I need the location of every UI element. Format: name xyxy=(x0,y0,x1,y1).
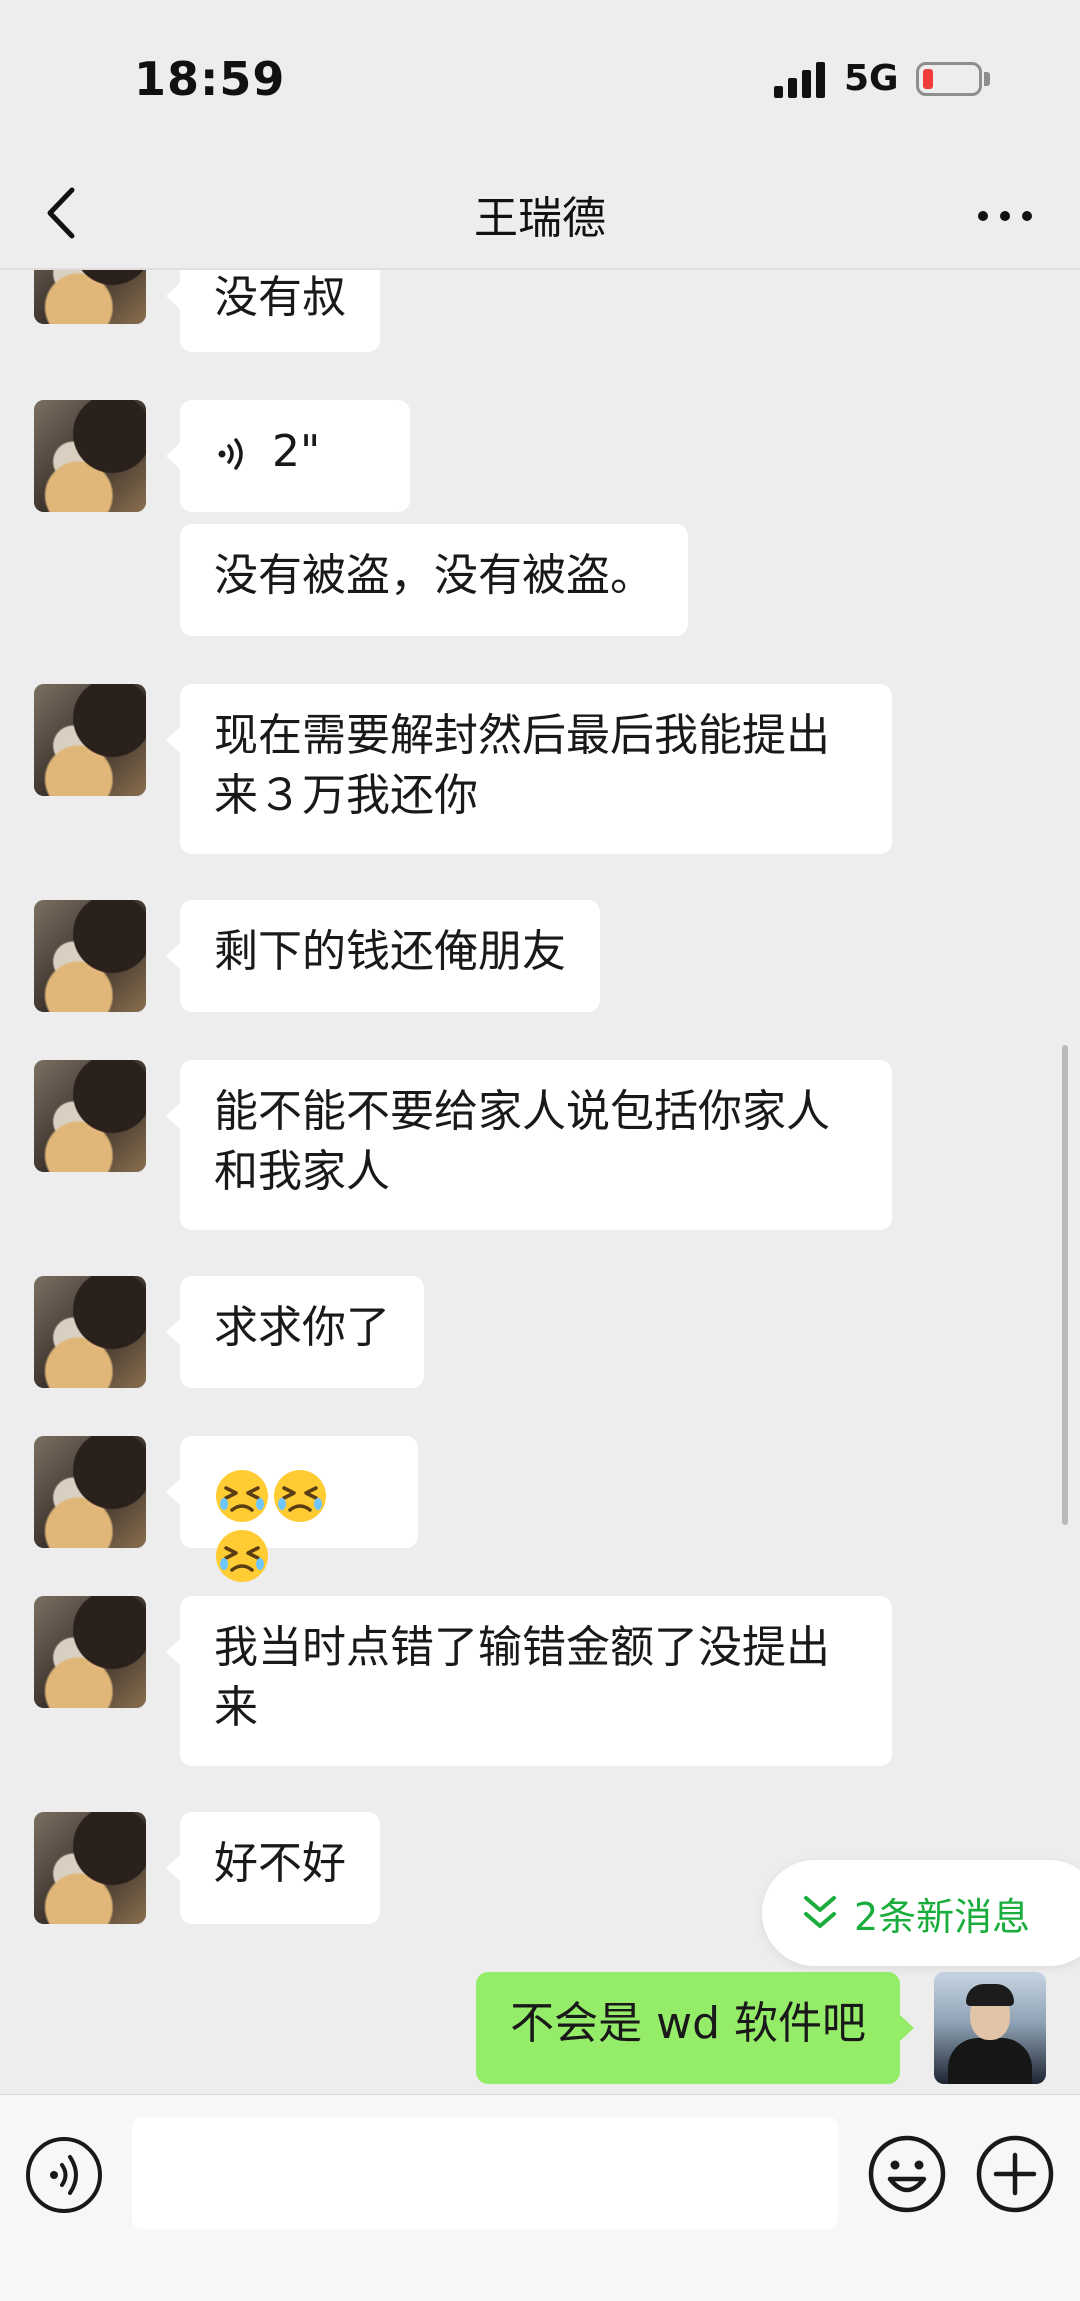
my-avatar[interactable] xyxy=(934,1972,1046,2084)
message-list[interactable]: 没有叔 2" 没有被盗，没有被盗。 现在需要解封然后最后我能提出来３万我还你 剩… xyxy=(0,270,1080,2094)
signal-strength-icon xyxy=(774,62,828,98)
message-bubble[interactable]: 求求你了 xyxy=(166,1276,424,1388)
emoji-button[interactable] xyxy=(866,2133,948,2215)
persevering-face-icon xyxy=(216,1470,268,1522)
status-time: 18:59 xyxy=(134,52,286,106)
message-bubble[interactable]: 现在需要解封然后最后我能提出来３万我还你 xyxy=(166,684,892,854)
message-text: 现在需要解封然后最后我能提出来３万我还你 xyxy=(214,710,830,821)
message-text: 剩下的钱还俺朋友 xyxy=(214,926,566,977)
message-text: 求求你了 xyxy=(214,1302,390,1353)
message-text: 没有叔 xyxy=(214,272,346,323)
contact-avatar[interactable] xyxy=(34,270,146,324)
chat-header: 王瑞德 xyxy=(0,160,1080,270)
emoji-message-bubble[interactable] xyxy=(166,1436,418,1582)
voice-input-icon xyxy=(50,2155,78,2195)
new-messages-label: 2条新消息 xyxy=(854,1895,1031,1939)
my-message-bubble[interactable]: 不会是 wd 软件吧 xyxy=(476,1972,914,2084)
input-bar xyxy=(0,2094,1080,2301)
plus-button[interactable] xyxy=(974,2133,1056,2215)
message-text: 我当时点错了输错金额了没提出来 xyxy=(214,1622,830,1733)
contact-avatar[interactable] xyxy=(34,1812,146,1924)
contact-avatar[interactable] xyxy=(34,1060,146,1172)
contact-avatar[interactable] xyxy=(34,684,146,796)
contact-avatar[interactable] xyxy=(34,1436,146,1548)
smiley-icon xyxy=(868,2135,946,2213)
contact-avatar[interactable] xyxy=(34,1596,146,1708)
double-chevron-down-icon xyxy=(804,1896,836,1928)
battery-icon xyxy=(916,62,982,96)
chat-title: 王瑞德 xyxy=(474,193,606,244)
more-button[interactable] xyxy=(970,184,1040,244)
message-text: 能不能不要给家人说包括你家人和我家人 xyxy=(214,1086,830,1197)
message-bubble[interactable]: 好不好 xyxy=(166,1812,380,1924)
message-bubble[interactable]: 没有叔 xyxy=(166,270,380,352)
network-type: 5G xyxy=(844,58,899,99)
contact-avatar[interactable] xyxy=(34,1276,146,1388)
message-text: 好不好 xyxy=(214,1838,346,1889)
voice-wave-icon xyxy=(218,438,243,470)
scrollbar[interactable] xyxy=(1062,1045,1068,1525)
battery-tip xyxy=(984,72,990,86)
contact-avatar[interactable] xyxy=(34,900,146,1012)
persevering-face-icon xyxy=(216,1530,268,1582)
status-bar: 18:59 5G xyxy=(0,0,1080,160)
new-messages-button[interactable]: 2条新消息 xyxy=(762,1860,1080,1966)
message-bubble[interactable]: 没有被盗，没有被盗。 xyxy=(180,524,688,636)
message-bubble[interactable]: 剩下的钱还俺朋友 xyxy=(166,900,600,1012)
voice-input-button[interactable] xyxy=(26,2137,102,2213)
message-text: 不会是 wd 软件吧 xyxy=(510,1998,866,2049)
message-bubble[interactable]: 我当时点错了输错金额了没提出来 xyxy=(166,1596,892,1766)
message-input[interactable] xyxy=(132,2117,838,2229)
persevering-face-icon xyxy=(274,1470,326,1522)
message-text: 没有被盗，没有被盗。 xyxy=(214,550,654,601)
plus-circle-icon xyxy=(976,2135,1054,2213)
more-dots-icon xyxy=(978,211,988,221)
contact-avatar[interactable] xyxy=(34,400,146,512)
voice-message-bubble[interactable]: 2" xyxy=(166,400,410,512)
message-bubble[interactable]: 能不能不要给家人说包括你家人和我家人 xyxy=(166,1060,892,1230)
voice-duration: 2" xyxy=(272,426,321,477)
